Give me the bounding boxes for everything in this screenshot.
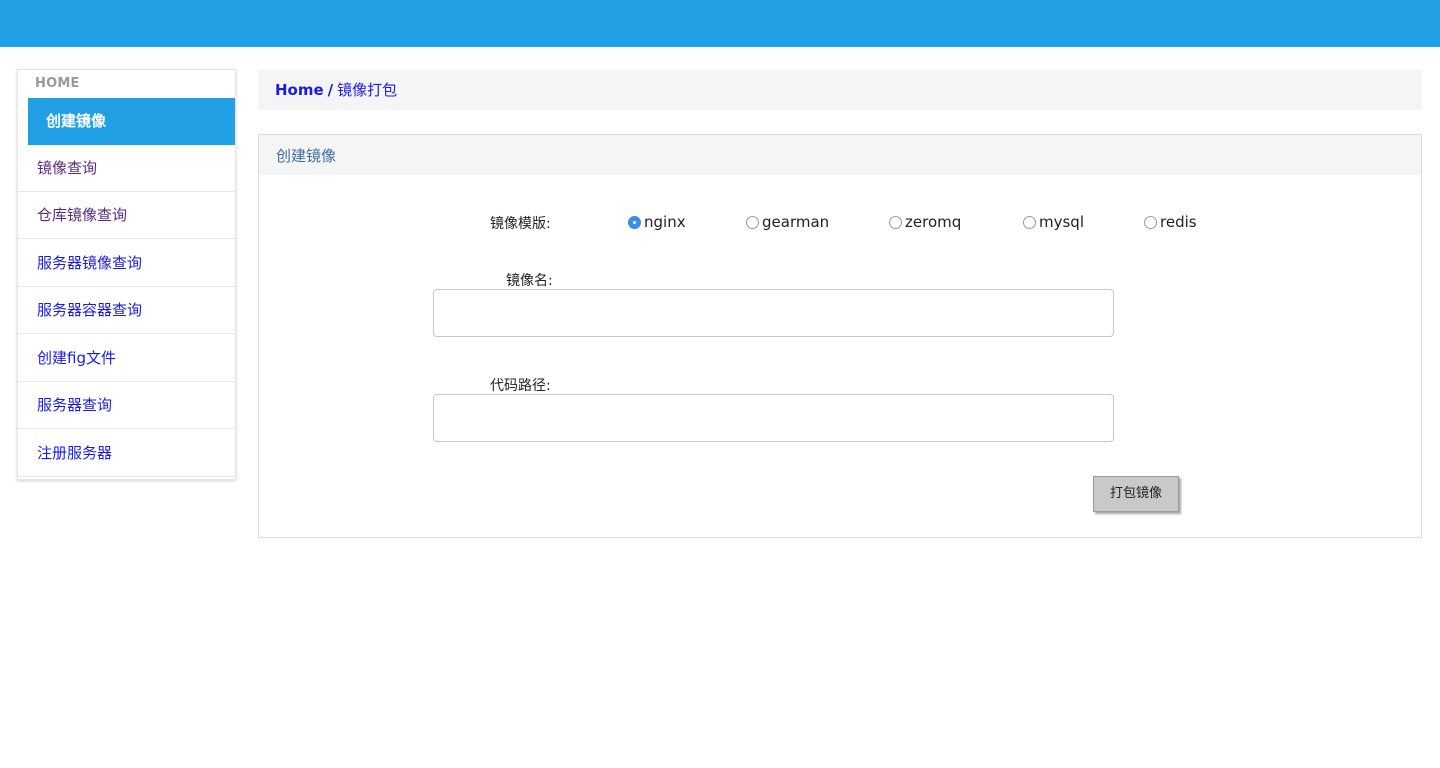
top-header-bar bbox=[0, 0, 1440, 47]
radio-unselected-icon[interactable] bbox=[1023, 215, 1036, 229]
radio-unselected-icon[interactable] bbox=[746, 215, 759, 229]
radio-nginx-label: nginx bbox=[644, 213, 686, 231]
radio-gearman[interactable]: gearman bbox=[746, 213, 829, 231]
image-name-label: 镜像名: bbox=[506, 273, 553, 289]
radio-zeromq-label: zeromq bbox=[905, 213, 962, 231]
radio-zeromq[interactable]: zeromq bbox=[889, 213, 961, 231]
image-name-input[interactable] bbox=[433, 289, 1114, 337]
breadcrumb-home-link[interactable]: Home bbox=[275, 81, 324, 99]
sidebar: HOME 创建镜像 镜像查询 仓库镜像查询 服务器镜像查询 服务器容器查询 创建… bbox=[17, 69, 236, 480]
radio-redis[interactable]: redis bbox=[1144, 213, 1197, 231]
radio-mysql-label: mysql bbox=[1039, 213, 1084, 231]
sidebar-item-image-query[interactable]: 镜像查询 bbox=[18, 145, 235, 192]
breadcrumb-current: 镜像打包 bbox=[337, 81, 398, 99]
radio-unselected-icon[interactable] bbox=[1144, 215, 1157, 229]
radio-selected-icon[interactable] bbox=[628, 215, 641, 229]
radio-mysql[interactable]: mysql bbox=[1023, 213, 1084, 231]
breadcrumb-separator: / bbox=[327, 81, 334, 99]
template-label: 镜像模版: bbox=[490, 216, 551, 232]
radio-unselected-icon[interactable] bbox=[889, 215, 902, 229]
sidebar-header: HOME bbox=[35, 76, 80, 91]
code-path-label: 代码路径: bbox=[490, 378, 551, 394]
radio-nginx[interactable]: nginx bbox=[628, 213, 686, 231]
panel-title: 创建镜像 bbox=[259, 135, 1421, 175]
sidebar-item-server-query[interactable]: 服务器查询 bbox=[18, 382, 235, 429]
sidebar-item-register-server[interactable]: 注册服务器 bbox=[18, 430, 235, 477]
radio-redis-label: redis bbox=[1160, 213, 1197, 231]
radio-gearman-label: gearman bbox=[762, 213, 830, 231]
code-path-input[interactable] bbox=[433, 394, 1114, 442]
sidebar-item-create-fig-file[interactable]: 创建fig文件 bbox=[18, 335, 235, 382]
build-image-button[interactable]: 打包镜像 bbox=[1093, 476, 1179, 512]
sidebar-item-repo-image-query[interactable]: 仓库镜像查询 bbox=[18, 192, 235, 239]
sidebar-item-create-image[interactable]: 创建镜像 bbox=[28, 98, 235, 145]
sidebar-item-server-image-query[interactable]: 服务器镜像查询 bbox=[18, 240, 235, 287]
create-image-panel: 创建镜像 镜像模版: nginx gearman zeromq mysql re… bbox=[258, 134, 1422, 538]
breadcrumb: Home / 镜像打包 bbox=[258, 70, 1422, 110]
sidebar-item-server-container-query[interactable]: 服务器容器查询 bbox=[18, 287, 235, 334]
